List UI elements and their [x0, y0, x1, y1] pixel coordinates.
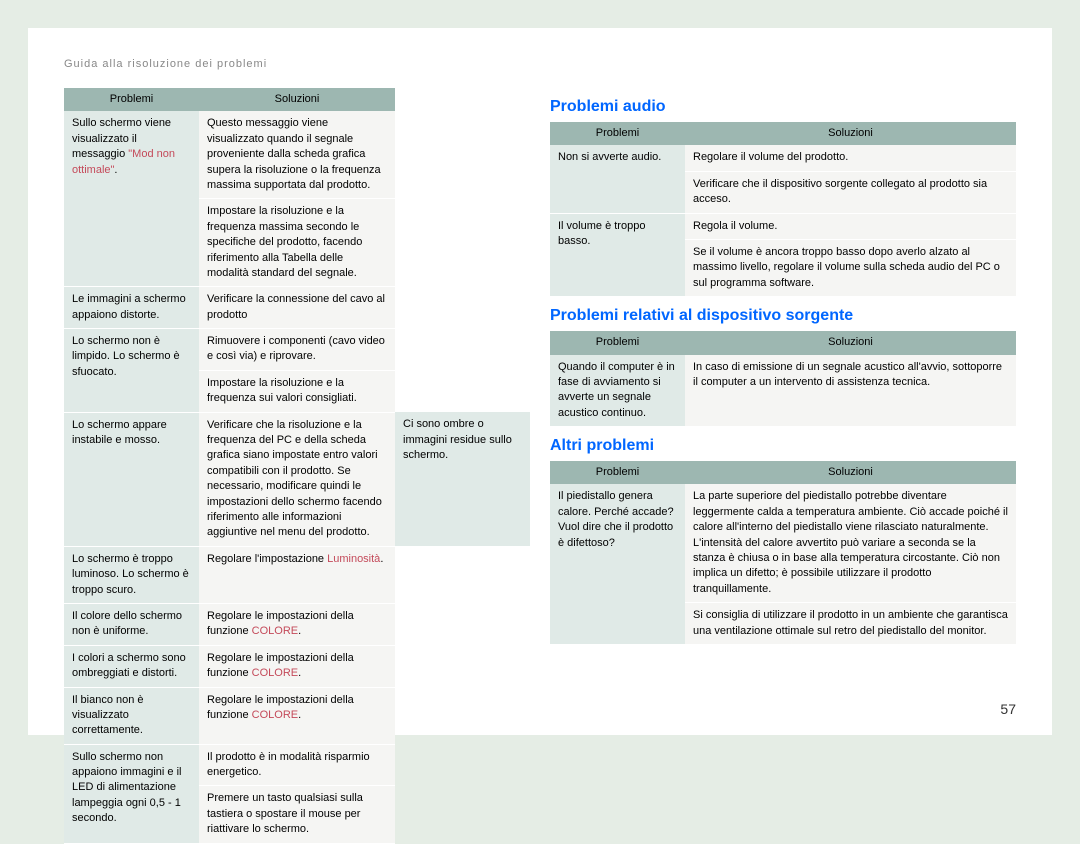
problem-cell: Sullo schermo non appaiono immagini e il… [64, 744, 199, 843]
problem-cell: Le immagini a schermo appaiono distorte. [64, 287, 199, 329]
col-header-problems: Problemi [550, 461, 685, 484]
problem-cell: Ci sono ombre o immagini residue sullo s… [395, 412, 530, 546]
table-row: Le immagini a schermo appaiono distorte.… [64, 287, 530, 329]
solution-cell: Impostare la risoluzione e la frequenza … [199, 199, 395, 287]
problem-cell: Lo schermo non è limpido. Lo schermo è s… [64, 329, 199, 413]
problem-cell: Quando il computer è in fase di avviamen… [550, 355, 685, 427]
solution-cell: Regolare le impostazioni della funzione … [199, 645, 395, 687]
solution-cell: Regola il volume. [685, 213, 1016, 239]
content-columns: Problemi Soluzioni Sullo schermo viene v… [64, 88, 1016, 844]
solution-cell: Regolare le impostazioni della funzione … [199, 603, 395, 645]
col-header-solutions: Soluzioni [685, 122, 1016, 145]
left-column: Problemi Soluzioni Sullo schermo viene v… [64, 88, 530, 844]
table-row: Il volume è troppo basso.Regola il volum… [550, 213, 1016, 239]
solution-cell: Regolare le impostazioni della funzione … [199, 687, 395, 744]
section-title-source: Problemi relativi al dispositivo sorgent… [550, 307, 1016, 325]
section-title-other: Altri problemi [550, 437, 1016, 455]
problem-cell: I colori a schermo sono ombreggiati e di… [64, 645, 199, 687]
table-row: Lo schermo non è limpido. Lo schermo è s… [64, 329, 530, 371]
table-row: Sullo schermo viene visualizzato il mess… [64, 111, 530, 198]
problem-cell: Il piedistallo genera calore. Perché acc… [550, 484, 685, 644]
table-row: Quando il computer è in fase di avviamen… [550, 355, 1016, 427]
col-header-problems: Problemi [550, 331, 685, 354]
right-column: Problemi audio Problemi Soluzioni Non si… [550, 88, 1016, 844]
solution-cell: Impostare la risoluzione e la frequenza … [199, 370, 395, 412]
col-header-solutions: Soluzioni [685, 461, 1016, 484]
table-row: I colori a schermo sono ombreggiati e di… [64, 645, 530, 687]
problem-cell: Sullo schermo viene visualizzato il mess… [64, 111, 199, 286]
audio-problems-table: Problemi Soluzioni Non si avverte audio.… [550, 122, 1016, 297]
problem-cell: Il colore dello schermo non è uniforme. [64, 603, 199, 645]
screen-problems-table: Problemi Soluzioni Sullo schermo viene v… [64, 88, 530, 844]
other-problems-table: Problemi Soluzioni Il piedistallo genera… [550, 461, 1016, 645]
problem-cell: Lo schermo appare instabile e mosso. [64, 412, 199, 546]
solution-cell: Regolare il volume del prodotto. [685, 145, 1016, 171]
page: Guida alla risoluzione dei problemi Prob… [28, 28, 1052, 735]
solution-cell: Il prodotto è in modalità risparmio ener… [199, 744, 395, 786]
source-problems-table: Problemi Soluzioni Quando il computer è … [550, 331, 1016, 427]
table-row: Sullo schermo non appaiono immagini e il… [64, 744, 530, 786]
solution-cell: Questo messaggio viene visualizzato quan… [199, 111, 395, 198]
col-header-solutions: Soluzioni [199, 88, 395, 111]
solution-cell: Verificare la connessione del cavo al pr… [199, 287, 395, 329]
problem-cell: Il volume è troppo basso. [550, 213, 685, 297]
solution-cell: In caso di emissione di un segnale acust… [685, 355, 1016, 427]
table-row: Il piedistallo genera calore. Perché acc… [550, 484, 1016, 602]
solution-cell: Regolare l'impostazione Luminosità. [199, 546, 395, 603]
solution-cell: Verificare che il dispositivo sorgente c… [685, 171, 1016, 213]
solution-cell: La parte superiore del piedistallo potre… [685, 484, 1016, 602]
solution-cell: Rimuovere i componenti (cavo video e cos… [199, 329, 395, 371]
solution-cell: Premere un tasto qualsiasi sulla tastier… [199, 786, 395, 843]
problem-cell: Non si avverte audio. [550, 145, 685, 213]
solution-cell: Se il volume è ancora troppo basso dopo … [685, 239, 1016, 296]
problem-cell: Lo schermo è troppo luminoso. Lo schermo… [64, 546, 199, 603]
page-number: 57 [1000, 701, 1016, 717]
problem-cell: Il bianco non è visualizzato correttamen… [64, 687, 199, 744]
breadcrumb: Guida alla risoluzione dei problemi [64, 58, 1016, 70]
section-title-audio: Problemi audio [550, 98, 1016, 116]
col-header-problems: Problemi [64, 88, 199, 111]
col-header-solutions: Soluzioni [685, 331, 1016, 354]
table-row: Il bianco non è visualizzato correttamen… [64, 687, 530, 744]
table-row: Non si avverte audio.Regolare il volume … [550, 145, 1016, 171]
col-header-problems: Problemi [550, 122, 685, 145]
solution-cell: Si consiglia di utilizzare il prodotto i… [685, 603, 1016, 645]
table-row: Lo schermo è troppo luminoso. Lo schermo… [64, 546, 530, 603]
table-row: Il colore dello schermo non è uniforme.R… [64, 603, 530, 645]
solution-cell: Verificare che la risoluzione e la frequ… [199, 412, 395, 546]
